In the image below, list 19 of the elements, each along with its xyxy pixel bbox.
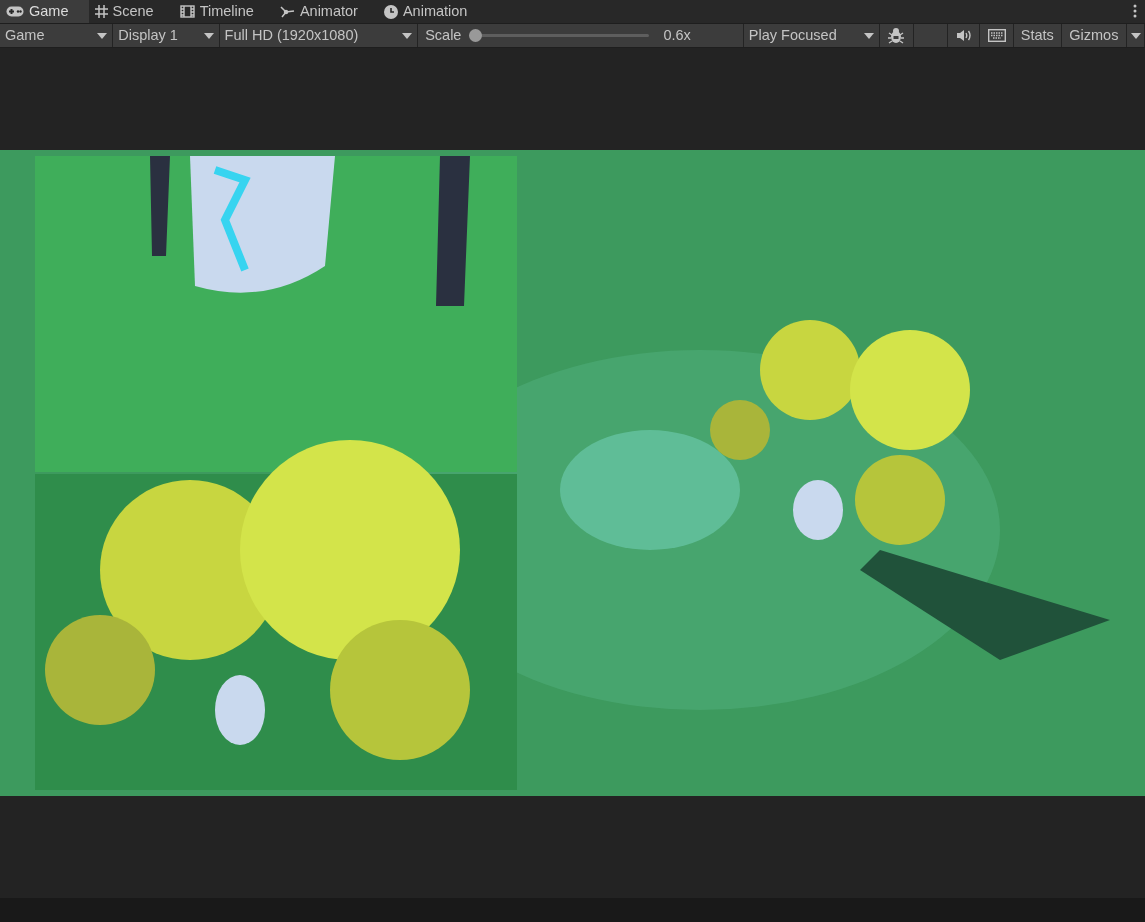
caret-icon bbox=[863, 32, 874, 39]
gamepad-icon bbox=[6, 6, 24, 17]
scale-value: 0.6x bbox=[663, 25, 691, 45]
caret-icon bbox=[97, 32, 108, 39]
branch-icon bbox=[279, 5, 295, 18]
bug-icon bbox=[887, 27, 906, 44]
tab[interactable]: Game bbox=[0, 0, 89, 23]
keyboard-icon bbox=[987, 29, 1006, 42]
speaker-icon bbox=[955, 29, 972, 42]
scale-label: Scale bbox=[425, 25, 462, 45]
slider-thumb[interactable] bbox=[469, 29, 483, 42]
film-icon bbox=[179, 5, 195, 18]
grid-icon bbox=[94, 5, 108, 18]
clock-icon bbox=[383, 4, 398, 19]
caret-icon bbox=[1130, 32, 1141, 39]
more-options-icon[interactable] bbox=[1133, 4, 1137, 18]
caret-icon bbox=[402, 32, 413, 39]
scale-slider[interactable] bbox=[469, 29, 650, 42]
caret-icon bbox=[203, 32, 214, 39]
